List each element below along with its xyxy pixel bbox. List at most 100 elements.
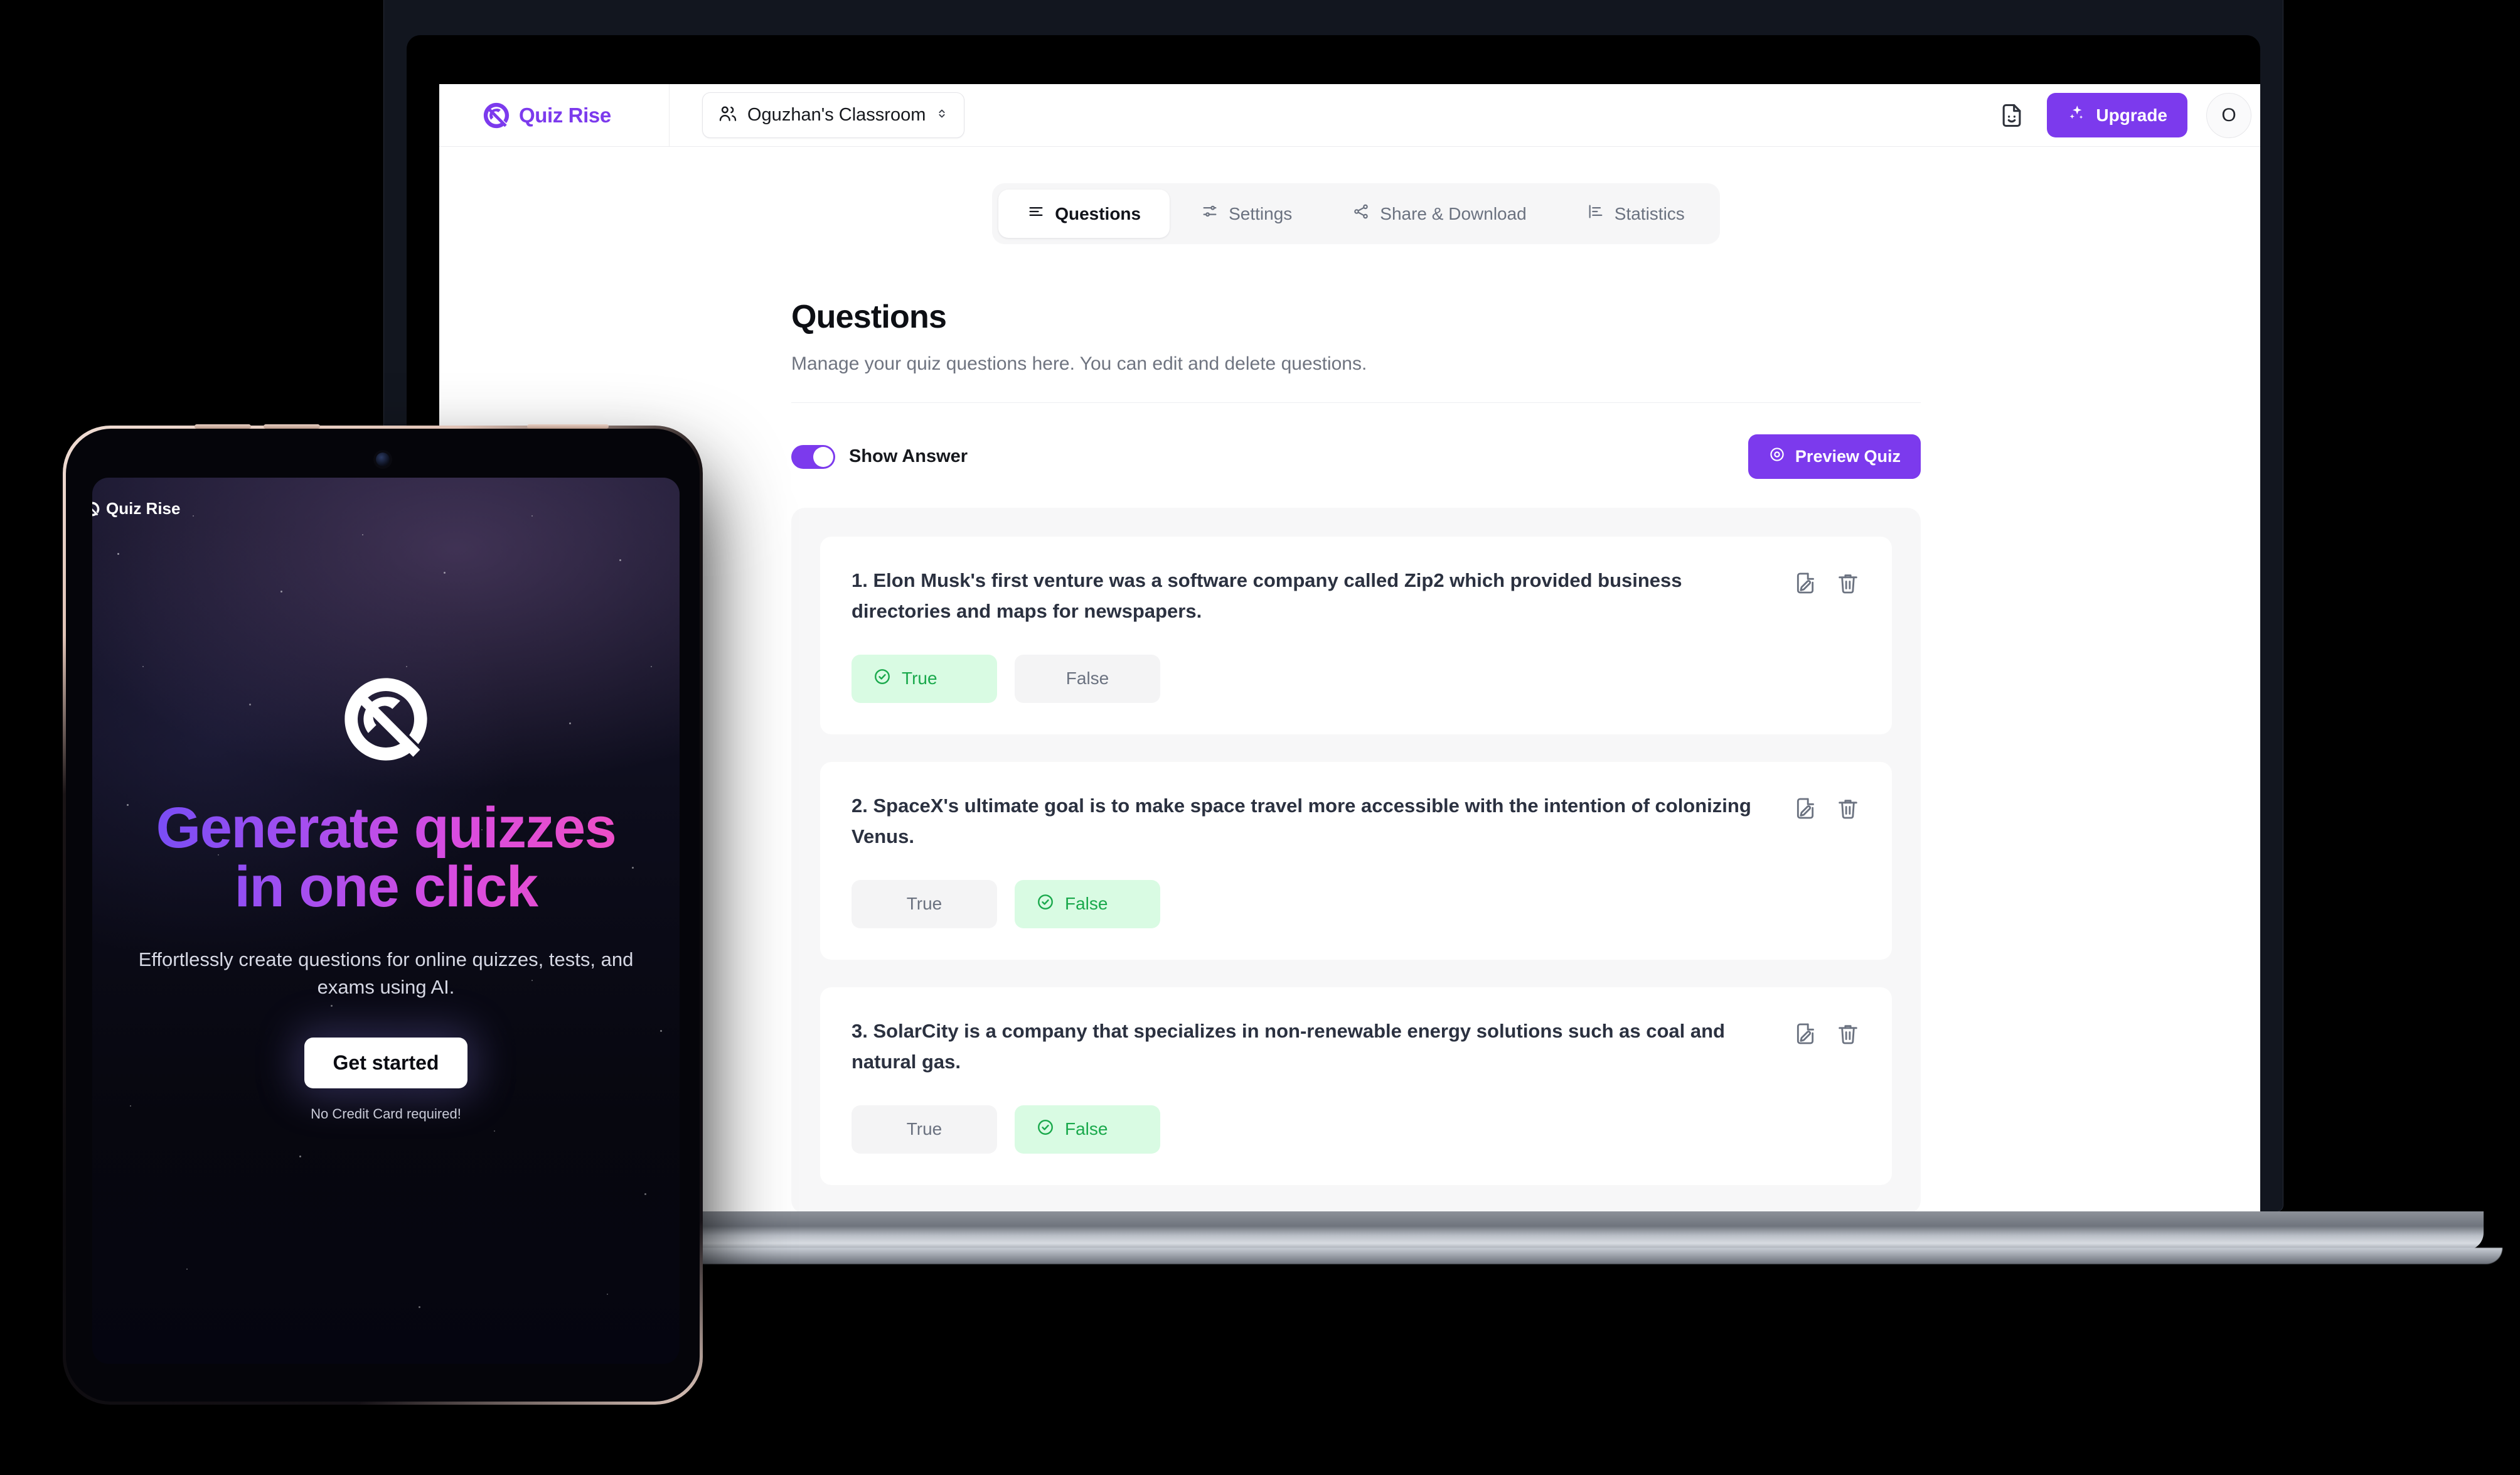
tab-bar: Questions Settings Share & Download Stat… — [992, 183, 1720, 244]
answer-options: True False — [852, 1105, 1861, 1154]
check-circle-icon — [1036, 1118, 1055, 1141]
tablet-headline-line1: Generate quizzes — [114, 798, 658, 858]
toggle-knob — [813, 446, 833, 467]
answer-label: False — [1065, 1119, 1108, 1139]
show-answer-toggle[interactable] — [791, 444, 835, 469]
tablet-hero: Generate quizzes in one click Effortless… — [92, 672, 680, 1122]
question-actions — [1793, 566, 1861, 596]
classroom-selector[interactable]: Oguzhan's Classroom — [702, 92, 965, 138]
edit-document-icon[interactable] — [1793, 796, 1818, 821]
chevron-up-down-icon — [935, 104, 949, 126]
question-text: 3. SolarCity is a company that specializ… — [852, 1019, 1725, 1073]
answer-label: False — [1065, 668, 1109, 689]
question-header: 2. SpaceX's ultimate goal is to make spa… — [852, 791, 1861, 852]
quiz-rise-logo-icon — [482, 101, 511, 130]
tab-label: Statistics — [1614, 203, 1685, 223]
users-icon — [718, 104, 738, 127]
get-started-button[interactable]: Get started — [304, 1037, 468, 1088]
topbar-divider — [669, 84, 670, 147]
trash-icon[interactable] — [1835, 571, 1861, 596]
question-text: 2. SpaceX's ultimate goal is to make spa… — [852, 794, 1751, 847]
preview-quiz-button[interactable]: Preview Quiz — [1748, 434, 1921, 479]
answer-option-true[interactable]: True — [852, 654, 997, 703]
edit-document-icon[interactable] — [1793, 1021, 1818, 1046]
tab-settings[interactable]: Settings — [1172, 190, 1321, 238]
answer-option-false[interactable]: False — [1015, 1105, 1160, 1154]
screenshot-stage: Quiz Rise Oguzhan's Classroom Upgrade O … — [0, 0, 2520, 1475]
tab-statistics[interactable]: Statistics — [1558, 190, 1714, 238]
tablet-headline-line2: in one click — [114, 857, 658, 917]
tablet-brand-name: Quiz Rise — [106, 499, 181, 518]
tablet-subtitle: Effortlessly create questions for online… — [138, 948, 634, 998]
answer-option-true[interactable]: True — [852, 1105, 997, 1154]
page-title: Questions — [791, 299, 947, 335]
app-window: Quiz Rise Oguzhan's Classroom Upgrade O … — [439, 84, 2260, 1216]
question-header: 1. Elon Musk's first venture was a softw… — [852, 566, 1861, 627]
question-card: 3. SolarCity is a company that specializ… — [820, 987, 1892, 1185]
show-answer-label: Show Answer — [849, 446, 968, 466]
tablet-frame: Quiz Rise Generate quizzes in one click — [63, 424, 703, 1405]
tab-share-download[interactable]: Share & Download — [1323, 190, 1555, 238]
avatar-initial: O — [2221, 104, 2236, 126]
answer-label: False — [1065, 894, 1108, 914]
answer-options: True False — [852, 879, 1861, 928]
tablet-volume-button — [195, 424, 251, 429]
share-nodes-icon — [1352, 203, 1370, 225]
preview-quiz-label: Preview Quiz — [1795, 447, 1901, 466]
tab-label: Settings — [1229, 203, 1293, 223]
page-subtitle: Manage your quiz questions here. You can… — [791, 353, 1367, 374]
divider — [791, 402, 1921, 403]
answer-label: True — [906, 1119, 942, 1139]
bar-chart-icon — [1587, 203, 1604, 225]
list-lines-icon — [1027, 203, 1045, 225]
quiz-rise-logo-icon — [339, 672, 433, 766]
questions-panel: Questions Manage your quiz questions her… — [791, 298, 1921, 1214]
question-actions — [1793, 791, 1861, 821]
topbar-actions: Upgrade O — [1995, 92, 2251, 138]
check-circle-icon — [1036, 893, 1055, 916]
question-card: 2. SpaceX's ultimate goal is to make spa… — [820, 761, 1892, 960]
question-card: 1. Elon Musk's first venture was a softw… — [820, 537, 1892, 734]
tab-label: Questions — [1055, 203, 1141, 223]
check-circle-icon — [873, 667, 892, 690]
tabs-wrapper: Questions Settings Share & Download Stat… — [439, 183, 2260, 244]
document-smile-icon[interactable] — [1995, 99, 2028, 132]
show-answer-control: Show Answer — [791, 444, 968, 469]
answer-label: True — [906, 894, 942, 914]
sliders-icon — [1201, 203, 1219, 225]
tablet-screen: Quiz Rise Generate quizzes in one click — [92, 478, 680, 1364]
trash-icon[interactable] — [1835, 1021, 1861, 1046]
panel-controls: Show Answer Preview Quiz — [791, 434, 1921, 479]
brand: Quiz Rise — [462, 101, 669, 130]
tablet-cta-note: No Credit Card required! — [311, 1105, 461, 1122]
upgrade-button[interactable]: Upgrade — [2047, 93, 2187, 137]
answer-option-true[interactable]: True — [852, 879, 997, 928]
question-header: 3. SolarCity is a company that specializ… — [852, 1016, 1861, 1078]
tab-questions[interactable]: Questions — [998, 190, 1170, 238]
answer-option-false[interactable]: False — [1015, 654, 1160, 703]
brand-name: Quiz Rise — [519, 103, 611, 127]
tablet-camera — [376, 453, 390, 466]
edit-document-icon[interactable] — [1793, 571, 1818, 596]
tablet-bezel: Quiz Rise Generate quizzes in one click — [66, 429, 700, 1402]
tablet-volume-button — [264, 424, 320, 429]
app-content: Questions Settings Share & Download Stat… — [439, 147, 2260, 1214]
tablet-power-button — [527, 424, 609, 429]
answer-options: True False — [852, 654, 1861, 703]
get-started-label: Get started — [333, 1051, 439, 1074]
sparkles-icon — [2067, 104, 2086, 127]
question-text: 1. Elon Musk's first venture was a softw… — [852, 569, 1682, 622]
avatar[interactable]: O — [2206, 92, 2251, 138]
app-topbar: Quiz Rise Oguzhan's Classroom Upgrade O — [439, 84, 2260, 147]
trash-icon[interactable] — [1835, 796, 1861, 821]
classroom-name: Oguzhan's Classroom — [747, 105, 926, 125]
eye-icon — [1768, 446, 1786, 468]
answer-option-false[interactable]: False — [1015, 879, 1160, 928]
quiz-rise-logo-icon — [92, 501, 100, 517]
upgrade-label: Upgrade — [2096, 105, 2167, 125]
tablet-device: Quiz Rise Generate quizzes in one click — [63, 424, 703, 1405]
tab-label: Share & Download — [1380, 203, 1527, 223]
question-actions — [1793, 1016, 1861, 1046]
questions-list: 1. Elon Musk's first venture was a softw… — [791, 508, 1921, 1214]
answer-label: True — [902, 668, 937, 689]
